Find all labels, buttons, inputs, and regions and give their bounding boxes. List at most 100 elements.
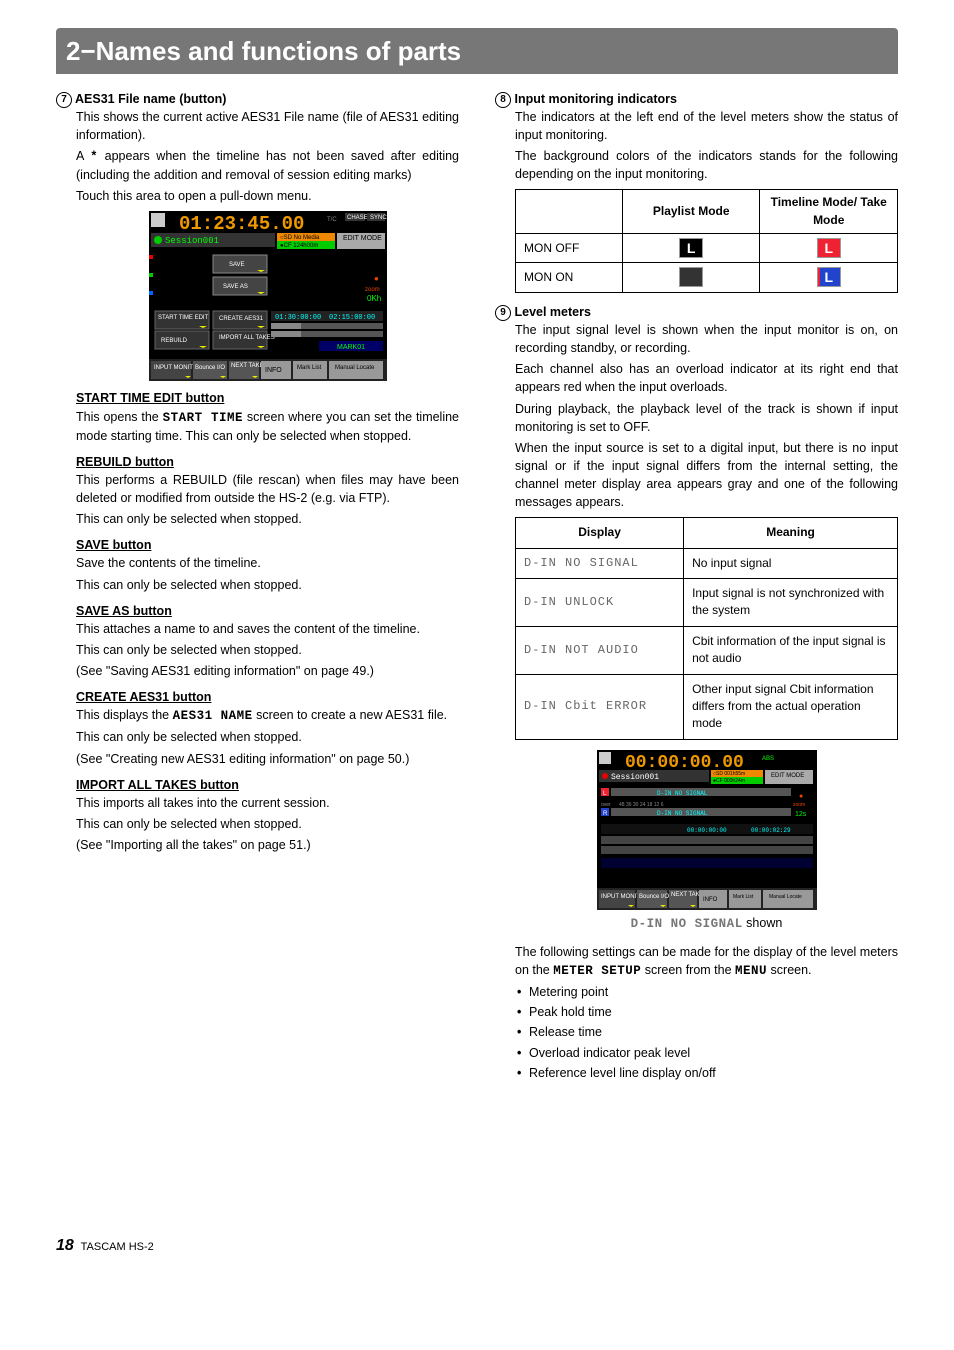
svg-text:○SD No Media: ○SD No Media (280, 235, 320, 241)
item-number-8: 8 (495, 92, 511, 108)
mon-h1 (516, 190, 623, 234)
svg-text:zoom: zoom (793, 802, 805, 808)
chapter-title-bar: 2−Names and functions of parts (56, 28, 898, 74)
svg-text:over: over (601, 802, 611, 808)
rebuild-p1: This performs a REBUILD (file rescan) wh… (76, 471, 459, 507)
svg-text:CHASE: CHASE (347, 215, 368, 221)
settings-list: Metering point Peak hold time Release ti… (515, 983, 898, 1082)
right-column: 8 Input monitoring indicators The indica… (495, 88, 898, 1258)
item9-p4: When the input source is set to a digita… (515, 439, 898, 512)
svg-text:00:00:02:29: 00:00:02:29 (751, 827, 791, 834)
svg-text:SAVE: SAVE (229, 262, 245, 268)
svg-text:T/C: T/C (327, 217, 337, 223)
save-p2: This can only be selected when stopped. (76, 576, 459, 594)
svg-text:●CF 124h00m: ●CF 124h00m (280, 243, 318, 249)
create-p3: (See "Creating new AES31 editing informa… (76, 750, 459, 768)
create-text: This displays the AES31 NAME screen to c… (76, 706, 459, 725)
mon-h3: Timeline Mode/ Take Mode (760, 190, 898, 234)
svg-text:D-IN NO SIGNAL: D-IN NO SIGNAL (657, 790, 708, 797)
product-name: TASCAM HS-2 (81, 1241, 154, 1253)
item9-p5: The following settings can be made for t… (515, 943, 898, 980)
item9-title: Level meters (514, 305, 590, 319)
svg-text:0Kh: 0Kh (367, 294, 381, 303)
item-number-7: 7 (56, 92, 72, 108)
save-p1: Save the contents of the timeline. (76, 554, 459, 572)
svg-text:R: R (603, 811, 608, 817)
import-p2: This can only be selected when stopped. (76, 815, 459, 833)
table-row: D-IN NOT AUDIO Cbit information of the i… (516, 626, 898, 674)
list-item: Overload indicator peak level (529, 1044, 898, 1062)
save-heading: SAVE button (76, 536, 459, 554)
table-row: D-IN UNLOCK Input signal is not synchron… (516, 579, 898, 627)
svg-text:●: ● (799, 793, 803, 800)
create-heading: CREATE AES31 button (76, 688, 459, 706)
disp-r3m: Cbit information of the input signal is … (684, 626, 898, 674)
start-time-edit-text: This opens the START TIME screen where y… (76, 408, 459, 445)
disp-h2: Meaning (684, 518, 898, 548)
svg-text:INFO: INFO (703, 897, 718, 903)
item9-p1: The input signal level is shown when the… (515, 321, 898, 357)
list-item: Release time (529, 1023, 898, 1041)
rebuild-p2: This can only be selected when stopped. (76, 510, 459, 528)
svg-text:START TIME EDIT: START TIME EDIT (158, 315, 209, 321)
l-icon-black: L (679, 238, 703, 258)
svg-text:○SD 001h55m: ○SD 001h55m (713, 771, 745, 777)
left-column: 7 AES31 File name (button) This shows th… (56, 88, 459, 1258)
disp-r4m: Other input signal Cbit information diff… (684, 674, 898, 739)
figure-caption: D-IN NO SIGNAL shown (515, 914, 898, 933)
svg-text:Bounce I/O: Bounce I/O (195, 365, 225, 371)
svg-text:Bounce I/O: Bounce I/O (639, 894, 669, 900)
start-time-edit-heading: START TIME EDIT button (76, 389, 459, 407)
svg-text:SAVE AS: SAVE AS (223, 284, 248, 290)
svg-text:ABS: ABS (762, 756, 774, 762)
svg-text:Session001: Session001 (611, 773, 659, 782)
item7-title: AES31 File name (button) (75, 92, 226, 106)
item7-p1: This shows the current active AES31 File… (76, 108, 459, 144)
aes31-pulldown-figure: 01:23:45.00 T/C CHASE SYNC Session001 ○S… (149, 211, 387, 381)
page-number: 18 (56, 1237, 74, 1254)
svg-text:MARK01: MARK01 (337, 344, 365, 351)
item7-p2: A * appears when the timeline has not be… (76, 147, 459, 184)
svg-text:CREATE AES31: CREATE AES31 (219, 316, 264, 322)
chapter-title: 2−Names and functions of parts (66, 33, 888, 71)
table-row: D-IN NO SIGNAL No input signal (516, 548, 898, 578)
svg-text:Session001: Session001 (165, 236, 219, 246)
svg-text:EDIT MODE: EDIT MODE (771, 773, 804, 779)
item8-title: Input monitoring indicators (514, 92, 677, 106)
disp-r2m: Input signal is not synchronized with th… (684, 579, 898, 627)
table-row: D-IN Cbit ERROR Other input signal Cbit … (516, 674, 898, 739)
saveas-p1: This attaches a name to and saves the co… (76, 620, 459, 638)
svg-text:REBUILD: REBUILD (161, 338, 188, 344)
l-icon-red: L (817, 238, 841, 258)
disp-r4d: D-IN Cbit ERROR (516, 674, 684, 739)
svg-text:INFO: INFO (265, 367, 282, 374)
list-item: Reference level line display on/off (529, 1064, 898, 1082)
item8-p2: The background colors of the indicators … (515, 147, 898, 183)
l-icon-blue: L (817, 267, 841, 287)
svg-text:Manual Locate: Manual Locate (335, 365, 375, 371)
disp-r3d: D-IN NOT AUDIO (516, 626, 684, 674)
svg-text:02:15:00:00: 02:15:00:00 (329, 314, 375, 322)
saveas-p3: (See "Saving AES31 editing information" … (76, 662, 459, 680)
svg-text:00:00:00:00: 00:00:00:00 (687, 827, 727, 834)
svg-text:12s: 12s (795, 811, 807, 818)
svg-text:Manual Locate: Manual Locate (769, 894, 802, 900)
mon-r1: MON OFF (516, 234, 623, 263)
saveas-heading: SAVE AS button (76, 602, 459, 620)
svg-text:●CF 000h24m: ●CF 000h24m (713, 778, 745, 784)
import-p3: (See "Importing all the takes" on page 5… (76, 836, 459, 854)
table-row: MON OFF L L (516, 234, 898, 263)
display-meaning-table: Display Meaning D-IN NO SIGNAL No input … (515, 517, 898, 740)
monitoring-table: Playlist Mode Timeline Mode/ Take Mode M… (515, 189, 898, 293)
disp-r1d: D-IN NO SIGNAL (516, 548, 684, 578)
svg-text:48 36 30 24 18 12: 48 36 30 24 18 12 6 (619, 802, 664, 808)
list-item: Peak hold time (529, 1003, 898, 1021)
item-number-9: 9 (495, 305, 511, 321)
disp-h1: Display (516, 518, 684, 548)
disp-r1m: No input signal (684, 548, 898, 578)
svg-text:IMPORT ALL TAKES: IMPORT ALL TAKES (219, 335, 275, 341)
svg-text:SYNC: SYNC (370, 215, 387, 221)
item8-p1: The indicators at the left end of the le… (515, 108, 898, 144)
disp-r2d: D-IN UNLOCK (516, 579, 684, 627)
svg-text:EDIT MODE: EDIT MODE (343, 235, 382, 242)
